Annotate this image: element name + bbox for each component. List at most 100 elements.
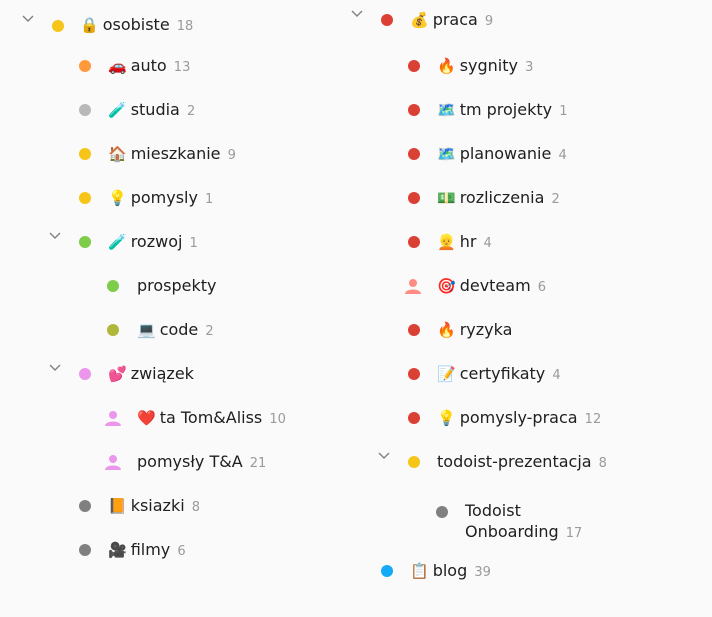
project-row-code[interactable]: 💻 code 2 bbox=[0, 314, 340, 358]
project-row-praca[interactable]: 💰 praca 9 bbox=[344, 4, 712, 48]
project-label: 🗺️ planowanie 4 bbox=[437, 143, 567, 167]
project-label: 📝 certyfikaty 4 bbox=[437, 363, 561, 387]
project-row-blog[interactable]: 📋 blog 39 bbox=[344, 555, 712, 599]
project-color-dot bbox=[381, 14, 393, 26]
project-row-ryzyka[interactable]: 🔥 ryzyka bbox=[344, 314, 712, 358]
chevron-down-icon[interactable] bbox=[349, 6, 365, 22]
laptop-icon: 💻 bbox=[137, 321, 156, 339]
target-icon: 🎯 bbox=[437, 277, 456, 295]
project-label: 📋 blog 39 bbox=[410, 560, 491, 584]
task-count: 1 bbox=[205, 192, 214, 207]
chevron-down-icon[interactable] bbox=[376, 448, 392, 464]
project-row-filmy[interactable]: 🎥 filmy 6 bbox=[0, 534, 340, 578]
project-name: hr bbox=[459, 232, 477, 251]
project-row-planowanie[interactable]: 🗺️ planowanie 4 bbox=[344, 138, 712, 182]
project-row-mieszkanie[interactable]: 🏠 mieszkanie 9 bbox=[0, 138, 340, 182]
project-row-pomysly-praca[interactable]: 💡 pomysly-praca 12 bbox=[344, 402, 712, 446]
project-label: 💡 pomysly-praca 12 bbox=[437, 407, 601, 431]
project-label: 💡 pomysly 1 bbox=[108, 187, 213, 211]
car-icon: 🚗 bbox=[108, 57, 127, 75]
project-name: rozliczenia bbox=[459, 188, 545, 207]
project-label: 💻 code 2 bbox=[137, 319, 214, 343]
project-name: prospekty bbox=[137, 276, 217, 295]
project-label: ❤️ ta Tom&Aliss 10 bbox=[137, 407, 286, 431]
project-name: mieszkanie bbox=[130, 144, 221, 163]
project-color-dot bbox=[79, 236, 91, 248]
project-label: todoist-prezentacja 8 bbox=[437, 451, 607, 475]
orange-book-icon: 📙 bbox=[108, 497, 127, 515]
project-color-dot bbox=[408, 456, 420, 468]
world-map-icon: 🗺️ bbox=[437, 101, 456, 119]
project-color-dot bbox=[381, 565, 393, 577]
task-count: 2 bbox=[186, 104, 196, 119]
project-color-dot bbox=[79, 192, 91, 204]
project-row-rozwoj[interactable]: 🧪 rozwoj 1 bbox=[0, 226, 340, 270]
project-row-sygnity[interactable]: 🔥 sygnity 3 bbox=[344, 50, 712, 94]
lock-icon: 🔒 bbox=[80, 16, 99, 34]
project-row-pomysly[interactable]: 💡 pomysly 1 bbox=[0, 182, 340, 226]
left-project-column: 🔒 osobiste 18 🚗 auto 13 🧪 studia 2 🏠 mieszka… bbox=[0, 0, 340, 559]
project-row-auto[interactable]: 🚗 auto 13 bbox=[0, 50, 340, 94]
movie-camera-icon: 🎥 bbox=[108, 541, 127, 559]
project-row-hr[interactable]: 👱 hr 4 bbox=[344, 226, 712, 270]
project-row-studia[interactable]: 🧪 studia 2 bbox=[0, 94, 340, 138]
task-count: 12 bbox=[584, 412, 602, 427]
project-row-prospekty[interactable]: prospekty bbox=[0, 270, 340, 314]
project-color-dot bbox=[408, 104, 420, 116]
project-row-certyfikaty[interactable]: 📝 certyfikaty 4 bbox=[344, 358, 712, 402]
project-row-tm-projekty[interactable]: 🗺️ tm projekty 1 bbox=[344, 94, 712, 138]
project-name: pomysly-praca bbox=[459, 408, 578, 427]
chevron-down-icon[interactable] bbox=[47, 228, 63, 244]
project-label: 💵 rozliczenia 2 bbox=[437, 187, 560, 211]
light-bulb-icon: 💡 bbox=[108, 189, 127, 207]
fire-icon: 🔥 bbox=[437, 57, 456, 75]
shared-person-icon bbox=[403, 278, 423, 294]
task-count: 21 bbox=[249, 456, 267, 471]
house-icon: 🏠 bbox=[108, 145, 127, 163]
project-name: blog bbox=[432, 561, 468, 580]
project-row-ksiazki[interactable]: 📙 ksiazki 8 bbox=[0, 490, 340, 534]
project-name: osobiste bbox=[102, 15, 170, 34]
project-row-devteam[interactable]: 🎯 devteam 6 bbox=[344, 270, 712, 314]
project-row-todoist-prezentacja[interactable]: todoist-prezentacja 8 bbox=[344, 446, 712, 490]
project-row-osobiste[interactable]: 🔒 osobiste 18 bbox=[0, 0, 340, 44]
project-color-dot bbox=[408, 192, 420, 204]
shared-person-icon bbox=[103, 410, 123, 426]
project-color-dot bbox=[408, 412, 420, 424]
project-color-dot bbox=[79, 60, 91, 72]
red-heart-icon: ❤️ bbox=[137, 409, 156, 427]
task-count: 4 bbox=[558, 148, 567, 163]
project-row-todoist-onboarding[interactable]: Todoist Onboarding 17 bbox=[344, 498, 712, 548]
dollar-banknote-icon: 💵 bbox=[437, 189, 456, 207]
project-name: tm projekty bbox=[459, 100, 553, 119]
project-label: 🚗 auto 13 bbox=[108, 55, 190, 79]
project-color-dot bbox=[408, 148, 420, 160]
money-bag-icon: 💰 bbox=[410, 11, 429, 29]
project-name: Todoist Onboarding bbox=[465, 501, 559, 541]
project-row-pomysly-ta[interactable]: pomysły T&A 21 bbox=[0, 446, 340, 490]
project-name: praca bbox=[432, 10, 478, 29]
task-count: 6 bbox=[537, 280, 547, 295]
project-row-ta-tom-aliss[interactable]: ❤️ ta Tom&Aliss 10 bbox=[0, 402, 340, 446]
project-name: pomysły T&A bbox=[137, 452, 243, 471]
project-row-zwiazek[interactable]: 💕 związek bbox=[0, 358, 340, 402]
project-label: 🧪 rozwoj 1 bbox=[108, 231, 198, 255]
project-color-dot bbox=[408, 324, 420, 336]
project-name: studia bbox=[130, 100, 180, 119]
project-name: ta Tom&Aliss bbox=[159, 408, 263, 427]
project-row-rozliczenia[interactable]: 💵 rozliczenia 2 bbox=[344, 182, 712, 226]
project-name: ryzyka bbox=[459, 320, 513, 339]
task-count: 9 bbox=[227, 148, 236, 163]
chevron-down-icon[interactable] bbox=[20, 11, 36, 27]
project-label: 🔥 ryzyka bbox=[437, 319, 512, 341]
project-label: 🎥 filmy 6 bbox=[108, 539, 186, 563]
two-hearts-icon: 💕 bbox=[108, 365, 127, 383]
task-count: 2 bbox=[551, 192, 560, 207]
project-name: pomysly bbox=[130, 188, 198, 207]
project-color-dot bbox=[79, 148, 91, 160]
memo-icon: 📝 bbox=[437, 365, 456, 383]
project-color-dot bbox=[107, 280, 119, 292]
project-color-dot bbox=[408, 368, 420, 380]
task-count: 4 bbox=[483, 236, 492, 251]
chevron-down-icon[interactable] bbox=[47, 360, 63, 376]
